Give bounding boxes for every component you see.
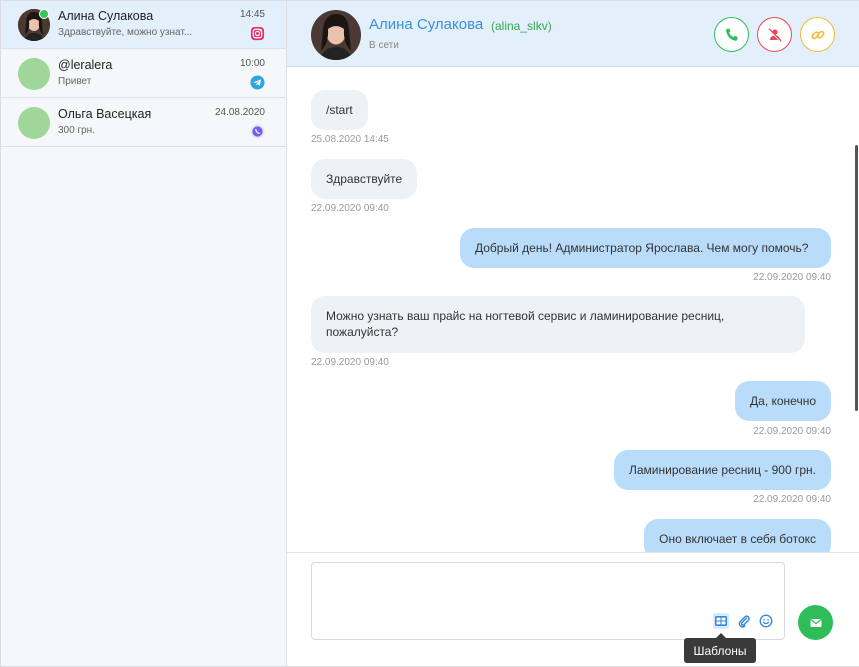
envelope-icon: [809, 618, 822, 627]
incoming-message: Здравствуйте: [311, 159, 418, 199]
chat-contact-name: Алина Сулакова: [58, 9, 154, 23]
online-status-dot: [39, 9, 49, 19]
phone-icon: [725, 28, 738, 41]
contact-name[interactable]: Алина Сулакова: [369, 16, 483, 33]
message-thread: /start 25.08.2020 14:45 Здравствуйте 22.…: [287, 67, 859, 552]
smile-icon: [759, 614, 773, 628]
templates-tooltip: Шаблоны: [684, 638, 756, 663]
avatar: [18, 58, 50, 90]
chat-last-message: Здравствуйте, можно узнат...: [58, 27, 193, 38]
chat-list-item[interactable]: @leralera Привет 10:00: [1, 50, 286, 98]
outgoing-message: Оно включает в себя ботокс: [644, 519, 831, 552]
chat-last-message: Привет: [58, 76, 92, 87]
link-button[interactable]: [800, 17, 835, 52]
chat-list-sidebar: Алина Сулакова Здравствуйте, можно узнат…: [1, 1, 287, 666]
profile-photo-icon: [311, 10, 361, 60]
message-timestamp: 22.09.2020 09:40: [311, 357, 389, 368]
outgoing-message: Да, конечно: [735, 381, 831, 421]
templates-icon: [715, 616, 727, 626]
contact-username: (alina_slkv): [491, 19, 552, 33]
outgoing-message: Ламинирование ресниц - 900 грн.: [613, 450, 831, 490]
contact-avatar: [311, 10, 361, 60]
chat-time: 24.08.2020: [214, 107, 265, 118]
message-timestamp: 22.09.2020 09:40: [753, 426, 831, 437]
incoming-message: Можно узнать ваш прайс на ногтевой серви…: [311, 296, 805, 353]
message-timestamp: 22.09.2020 09:40: [753, 272, 831, 283]
chat-list-item[interactable]: Алина Сулакова Здравствуйте, можно узнат…: [1, 1, 286, 49]
avatar: [18, 107, 50, 139]
chat-list-item[interactable]: Ольга Васецкая 300 грн. 24.08.2020: [1, 99, 286, 147]
block-contact-button[interactable]: [757, 17, 792, 52]
message-timestamp: 22.09.2020 09:40: [311, 203, 389, 214]
send-button[interactable]: [798, 605, 833, 640]
outgoing-message: Добрый день! Администратор Ярослава. Чем…: [460, 228, 831, 268]
call-button[interactable]: [714, 17, 749, 52]
paperclip-icon: [738, 615, 750, 628]
incoming-message: /start: [311, 90, 368, 130]
scrollbar[interactable]: [855, 145, 858, 411]
messenger-app: Алина Сулакова Здравствуйте, можно узнат…: [0, 0, 859, 667]
message-timestamp: 22.09.2020 09:40: [753, 494, 831, 505]
contact-status: В сети: [369, 40, 399, 51]
chat-header: Алина Сулакова (alina_slkv) В сети: [287, 1, 859, 67]
link-icon: [810, 30, 825, 39]
chat-contact-name: @leralera: [58, 58, 113, 72]
chat-contact-name: Ольга Васецкая: [58, 107, 152, 121]
attach-file-button[interactable]: [736, 613, 752, 629]
chat-time: 10:00: [239, 58, 265, 69]
viber-icon: [250, 124, 265, 139]
chat-last-message: 300 грн.: [58, 125, 95, 136]
emoji-button[interactable]: [758, 613, 774, 629]
block-icon: [767, 27, 782, 42]
telegram-icon: [250, 75, 265, 90]
message-composer: [287, 552, 859, 666]
instagram-icon: [250, 26, 265, 41]
message-timestamp: 25.08.2020 14:45: [311, 134, 389, 145]
chat-time: 14:45: [239, 9, 265, 20]
templates-button[interactable]: [713, 613, 729, 629]
